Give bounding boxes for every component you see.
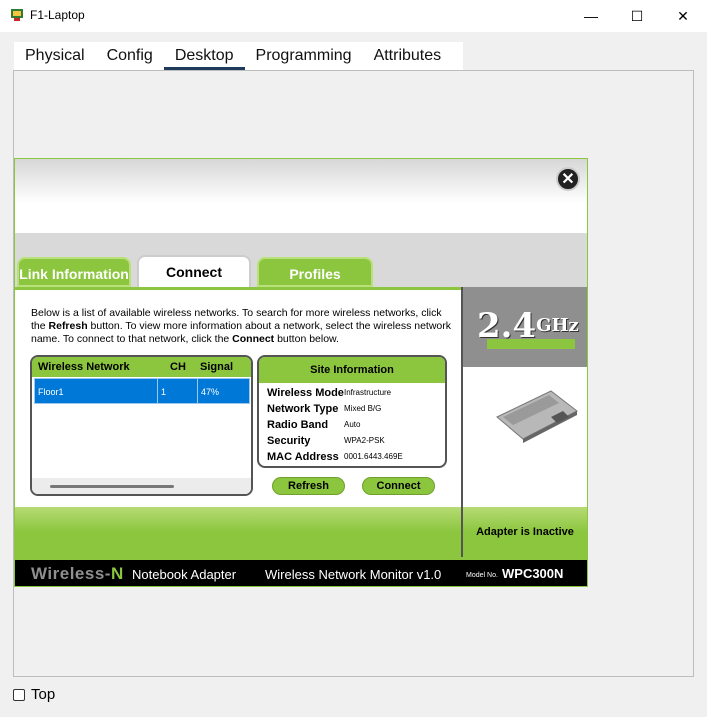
title-bar: F1-Laptop — ☐ ✕ xyxy=(0,0,707,32)
band-bar xyxy=(487,339,575,349)
wireless-adapter-panel: ✕ Link Information Connect Profiles Belo… xyxy=(14,158,588,587)
network-type-label: Network Type xyxy=(267,403,339,415)
column-channel[interactable]: CH xyxy=(162,357,194,377)
maximize-button[interactable]: ☐ xyxy=(614,0,660,32)
band-banner: 2.4GHz xyxy=(463,287,587,367)
security-label: Security xyxy=(267,435,311,447)
network-list: Wireless Network Name CH Signal Floor1 1… xyxy=(30,355,253,496)
panel-header xyxy=(15,159,587,233)
site-info-row: Wireless Mode Infrastructure xyxy=(267,387,445,403)
brand-logo: Wireless-N xyxy=(31,564,124,583)
site-info-row: Network Type Mixed B/G xyxy=(267,403,445,419)
tab-link-information[interactable]: Link Information xyxy=(17,257,131,287)
horizontal-scrollbar[interactable] xyxy=(32,478,251,494)
close-adapter-icon[interactable]: ✕ xyxy=(556,167,580,191)
network-signal: 47% xyxy=(198,378,250,404)
adapter-footer: Wireless-N Notebook Adapter Wireless Net… xyxy=(15,557,587,586)
network-channel: 1 xyxy=(158,378,198,404)
adapter-status: Adapter is Inactive xyxy=(461,507,587,557)
site-information-title: Site Information xyxy=(259,357,445,383)
scrollbar-thumb[interactable] xyxy=(50,485,174,488)
model-number-label: Model No. xyxy=(466,572,498,579)
pc-card-image xyxy=(496,390,578,443)
app-icon xyxy=(11,9,23,21)
tab-programming[interactable]: Programming xyxy=(245,42,363,70)
column-signal[interactable]: Signal xyxy=(194,357,251,377)
product-name: Notebook Adapter xyxy=(132,567,237,582)
tab-profiles[interactable]: Profiles xyxy=(257,257,373,287)
tab-desktop[interactable]: Desktop xyxy=(163,42,245,70)
security-value: WPA2-PSK xyxy=(344,436,385,445)
band-label: 2.4GHz xyxy=(477,306,579,346)
tab-connect[interactable]: Connect xyxy=(137,255,251,289)
site-info-row: Radio Band Auto xyxy=(267,419,445,435)
monitor-version: Wireless Network Monitor v1.0 xyxy=(265,567,442,582)
close-window-button[interactable]: ✕ xyxy=(660,0,706,32)
network-row[interactable]: Floor1 1 47% xyxy=(34,378,250,404)
site-info-row: Security WPA2-PSK xyxy=(267,435,445,451)
radio-band-value: Auto xyxy=(344,420,361,429)
connect-description: Below is a list of available wireless ne… xyxy=(31,307,452,345)
network-name: Floor1 xyxy=(34,378,158,404)
window-title: F1-Laptop xyxy=(30,8,85,22)
minimize-button[interactable]: — xyxy=(568,0,614,32)
connect-button[interactable]: Connect xyxy=(362,477,435,495)
wireless-mode-label: Wireless Mode xyxy=(267,387,344,399)
mac-address-value: 0001.6443.469E xyxy=(344,452,403,461)
mac-address-label: MAC Address xyxy=(267,451,339,463)
device-tabs: Physical Config Desktop Programming Attr… xyxy=(14,42,463,70)
network-list-header: Wireless Network Name CH Signal xyxy=(32,357,251,393)
top-checkbox-label: Top xyxy=(31,686,56,703)
checkbox-box[interactable] xyxy=(13,688,25,701)
radio-band-label: Radio Band xyxy=(267,419,329,431)
tab-attributes[interactable]: Attributes xyxy=(363,42,453,70)
wireless-mode-value: Infrastructure xyxy=(344,388,392,397)
network-type-value: Mixed B/G xyxy=(344,404,382,413)
column-network-name[interactable]: Wireless Network Name xyxy=(32,357,162,393)
site-info-row: MAC Address 0001.6443.469E xyxy=(267,451,445,466)
tab-underline xyxy=(15,287,461,290)
tab-config[interactable]: Config xyxy=(96,42,164,70)
top-checkbox[interactable]: Top xyxy=(13,686,55,703)
site-information: Site Information Wireless Mode Infrastru… xyxy=(257,355,447,468)
tab-physical[interactable]: Physical xyxy=(14,42,96,70)
model-number: WPC300N xyxy=(502,566,564,581)
refresh-button[interactable]: Refresh xyxy=(272,477,345,495)
status-bar-area xyxy=(15,507,461,557)
